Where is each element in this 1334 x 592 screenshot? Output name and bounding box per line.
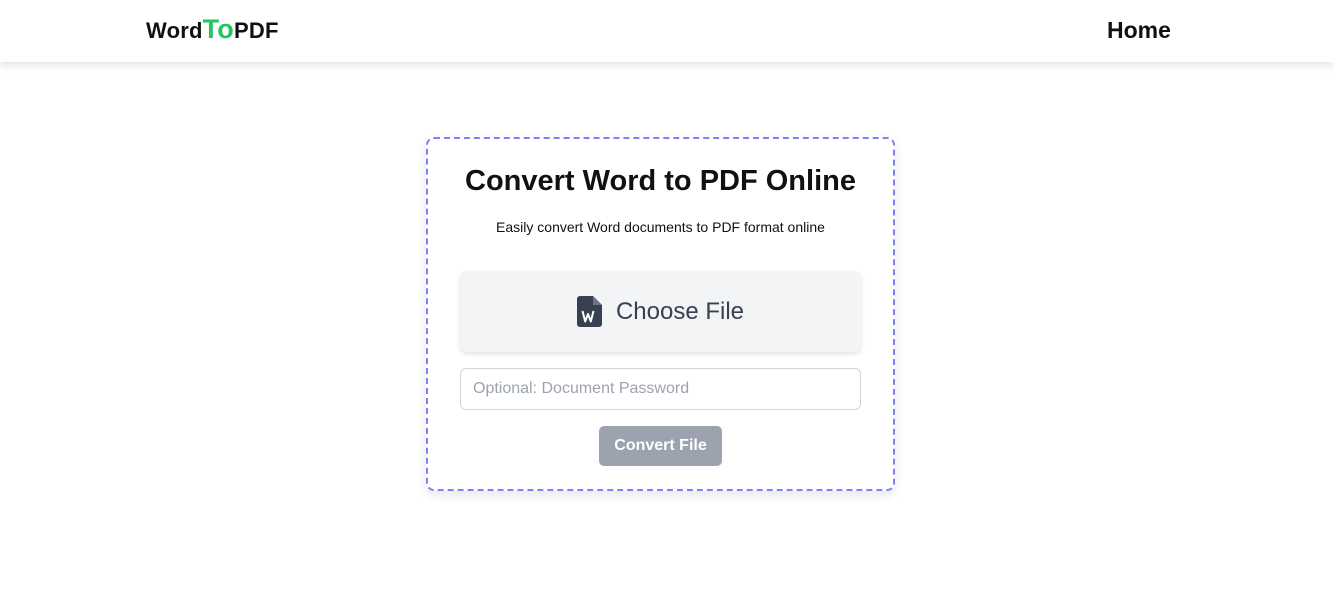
brand-part-word: Word [146,18,203,43]
word-file-icon [576,296,602,327]
navbar: Word To PDF Home [0,0,1334,62]
card-subtitle: Easily convert Word documents to PDF for… [496,219,825,235]
converter-card: Convert Word to PDF Online Easily conver… [426,137,895,491]
document-password-input[interactable] [460,368,861,410]
choose-file-label: Choose File [615,297,745,325]
nav-home-link[interactable]: Home [1107,17,1171,44]
brand-part-to: To [202,14,234,44]
brand-logo[interactable]: Word To PDF [146,14,279,48]
card-title: Convert Word to PDF Online [465,165,856,197]
brand-part-pdf: PDF [234,18,279,43]
convert-file-button[interactable]: Convert File [599,426,722,466]
choose-file-button[interactable]: Choose File [460,271,861,352]
